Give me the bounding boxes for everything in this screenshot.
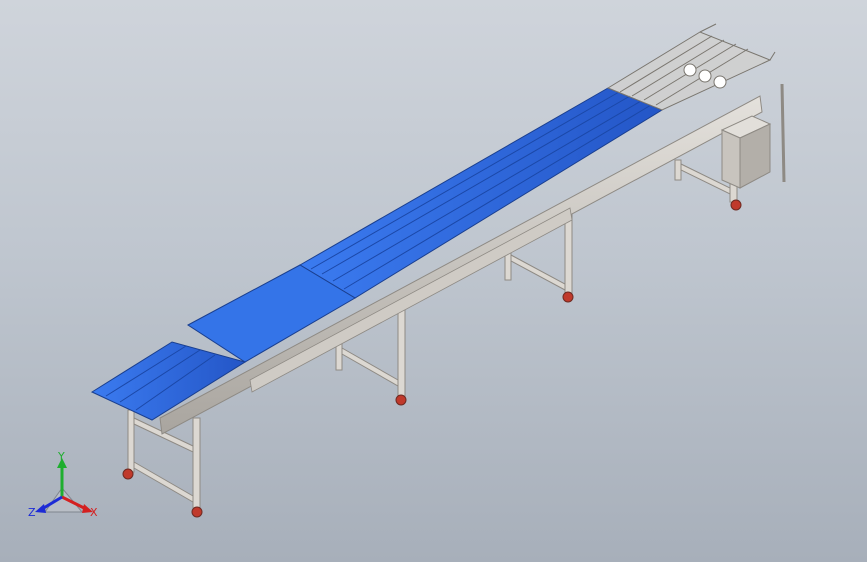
caster xyxy=(122,468,134,480)
caster xyxy=(395,394,407,406)
cad-viewport[interactable]: Y X Z xyxy=(0,0,867,562)
z-axis-label: Z xyxy=(28,506,36,519)
orientation-triad: Y X Z xyxy=(28,450,98,519)
z-axis-arrow-icon xyxy=(35,504,46,513)
belt-infeed xyxy=(90,341,247,421)
leg-2b xyxy=(397,299,406,399)
y-axis-label: Y xyxy=(57,450,65,463)
leg-1b xyxy=(192,417,201,509)
caster xyxy=(730,199,742,211)
x-axis-label: X xyxy=(90,506,98,519)
crossbar-1 xyxy=(133,461,194,503)
leg-4a xyxy=(674,159,682,181)
caster xyxy=(191,506,203,518)
roller-head xyxy=(606,23,776,111)
caster xyxy=(562,291,574,303)
crossbar-2 xyxy=(341,347,399,387)
crossbar-3 xyxy=(510,254,566,291)
leg-1a xyxy=(127,409,135,473)
conveyor-model: Y X Z xyxy=(28,23,786,519)
